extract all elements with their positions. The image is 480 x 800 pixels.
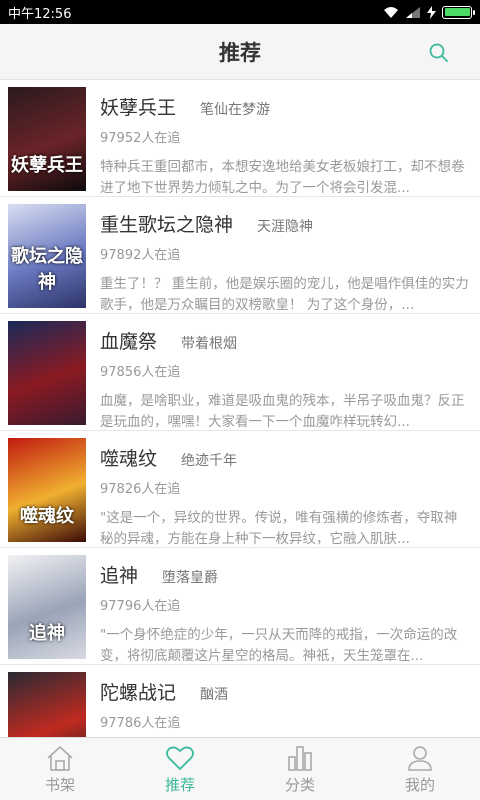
book-info: 陀螺战记 酗酒 97786人在追 [86,672,470,737]
book-cover[interactable]: 追神 [8,555,86,659]
battery-icon [442,5,475,19]
tab-bookshelf[interactable]: 书架 [0,738,120,800]
book-description: 血魔，是啥职业，难道是吸血鬼的残本，半吊子吸血鬼？反正是玩血的，嘿嘿！大家看一下… [100,393,465,430]
book-author: 笔仙在梦游 [200,102,271,118]
book-title[interactable]: 噬魂纹 [100,444,157,471]
tab-label: 书架 [44,775,75,794]
book-title-row: 陀螺战记 酗酒 [100,678,470,706]
book-readers: 97892人在追 [100,248,181,263]
book-description: 重生了！？ 重生前，他是娱乐圈的宠儿，他是唱作俱佳的实力歌手，他是万众瞩目的双榜… [100,276,469,313]
book-author: 绝迹千年 [181,453,238,469]
book-readers: 97796人在追 [100,599,181,614]
book-title-row: 妖孽兵王 笔仙在梦游 [100,93,470,121]
wifi-icon [384,6,398,18]
book-title[interactable]: 陀螺战记 [100,678,176,705]
book-info: 噬魂纹 绝迹千年 97826人在追 "这是一个，异纹的世界。传说，唯有强横的修炼者，夺… [86,438,470,547]
book-author: 天涯隐神 [257,219,314,235]
tab-label: 我的 [404,775,435,794]
book-description: "这是一个，异纹的世界。传说，唯有强横的修炼者，夺取神秘的异魂，方能在身上种下一… [100,510,458,547]
book-author: 带着根烟 [181,336,238,352]
page-title: 推荐 [219,40,261,65]
bar-chart-icon [288,745,312,771]
book-title-row: 追神 堕落皇爵 [100,561,470,589]
book-item[interactable]: 噬魂纹 噬魂纹 绝迹千年 97826人在追 "这是一个，异纹的世界。传说，唯有强横的修炼… [0,431,480,548]
book-list[interactable]: 妖孽兵王 妖孽兵王 笔仙在梦游 97952人在追 特种兵王重回都市，本想安逸地给美女老板… [0,80,480,737]
book-cover[interactable]: 噬魂纹 [8,438,86,542]
book-readers: 97856人在追 [100,365,181,380]
heart-icon [166,746,194,770]
cover-title: 妖孽兵王 [11,155,83,176]
book-item[interactable]: 追神 追神 堕落皇爵 97796人在追 "一个身怀绝症的少年，一只从天而降的戒指，一次命… [0,548,480,665]
book-info: 重生歌坛之隐神 天涯隐神 97892人在追重生了！？ 重生前，他是娱乐圈的宠儿，他是… [86,204,470,313]
tab-label: 分类 [284,775,315,794]
book-info: 妖孽兵王 笔仙在梦游 97952人在追特种兵王重回都市，本想安逸地给美女老板娘打工，… [86,87,470,196]
book-cover[interactable] [8,321,86,425]
charging-icon [427,5,436,19]
book-item[interactable]: 陀螺战陀螺战记 酗酒 97786人在追 [0,665,480,737]
header: 推荐 [0,24,480,80]
status-bar: 中午12:56 [0,0,480,24]
battery-level [444,8,470,16]
book-info: 追神 堕落皇爵 97796人在追 "一个身怀绝症的少年，一只从天而降的戒指，一次命运的… [86,555,470,664]
book-title[interactable]: 追神 [100,561,138,588]
book-cover[interactable]: 歌坛之隐神 [8,204,86,308]
book-description: 特种兵王重回都市，本想安逸地给美女老板娘打工，却不想卷进了地下世界势力倾轧之中。… [100,159,465,196]
tab-mine[interactable]: 我的 [360,738,480,800]
book-item[interactable]: 血魔祭 带着根烟 97856人在追 血魔，是啥职业，难道是吸血鬼的残本，半吊子吸血鬼？… [0,314,480,431]
book-title[interactable]: 血魔祭 [100,327,157,354]
book-item[interactable]: 妖孽兵王 妖孽兵王 笔仙在梦游 97952人在追 特种兵王重回都市，本想安逸地给美女老板… [0,80,480,197]
cover-title: 追神 [29,623,65,644]
book-author: 堕落皇爵 [162,570,219,586]
book-title-row: 重生歌坛之隐神 天涯隐神 [100,210,470,238]
book-readers: 97826人在追 [100,482,181,497]
search-icon[interactable] [426,40,452,66]
book-description: "一个身怀绝症的少年，一只从天而降的戒指，一次命运的改变，将彻底颠覆这片星空的格… [100,627,458,664]
tab-category[interactable]: 分类 [240,738,360,800]
book-author: 酗酒 [200,687,229,703]
status-time: 中午12:56 [8,6,72,22]
book-title-row: 噬魂纹 绝迹千年 [100,444,470,472]
user-icon [408,745,432,771]
book-title[interactable]: 重生歌坛之隐神 [100,210,233,237]
status-icons [383,5,475,19]
book-item[interactable]: 歌坛之隐神 重生歌坛之隐神 天涯隐神 97892人在追重生了！？ 重生前，他是娱乐圈的… [0,197,480,314]
cover-title: 歌坛之隐神 [11,246,83,293]
book-title-row: 血魔祭 带着根烟 [100,327,470,355]
signal-icon [406,6,420,18]
book-cover[interactable]: 陀螺战 [8,672,86,737]
tab-label: 推荐 [164,775,195,794]
cover-title: 噬魂纹 [20,506,74,527]
book-title[interactable]: 妖孽兵王 [100,93,176,120]
home-icon [47,745,73,771]
tab-recommend[interactable]: 推荐 [120,738,240,800]
tab-bar: 书架 推荐 分类 我的 [0,737,480,800]
book-info: 血魔祭 带着根烟 97856人在追 血魔，是啥职业，难道是吸血鬼的残本，半吊子吸血鬼？… [86,321,470,430]
book-readers: 97952人在追 [100,131,181,146]
book-readers: 97786人在追 [100,716,181,731]
book-cover[interactable]: 妖孽兵王 [8,87,86,191]
